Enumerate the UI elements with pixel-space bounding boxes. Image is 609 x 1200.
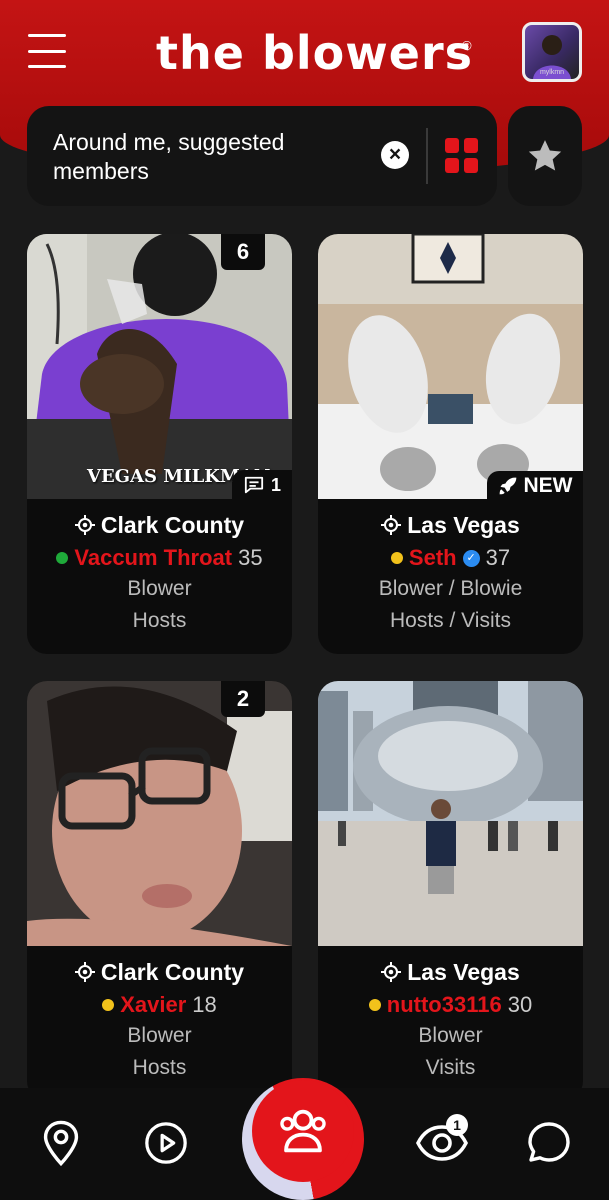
member-location-text: Clark County [100, 512, 245, 538]
member-name-row: nutto33116 30 [318, 990, 583, 1020]
grid-cell [464, 138, 478, 153]
away-status-dot [368, 999, 381, 1011]
online-status-dot [56, 552, 69, 564]
member-hosting: Hosts / Visits [390, 609, 511, 632]
chat-icon [528, 1122, 570, 1162]
member-age: 37 [485, 545, 511, 570]
nav-chat-button[interactable] [524, 1118, 574, 1168]
member-age: 18 [192, 992, 217, 1017]
hamburger-icon [28, 34, 66, 37]
app-logo: the blowers [156, 26, 474, 80]
grid-icon [445, 138, 459, 153]
member-photo[interactable] [27, 681, 292, 946]
rocket-icon [499, 477, 516, 495]
member-photo[interactable] [318, 681, 583, 946]
photo-count-badge: 2 [221, 681, 265, 717]
grid-view-button[interactable] [445, 138, 479, 174]
member-hosting: Hosts [132, 609, 187, 632]
member-age: 30 [507, 992, 533, 1017]
map-pin-icon [43, 1120, 79, 1167]
member-location-text: Clark County [100, 959, 245, 985]
logo-copyright: © [462, 38, 472, 53]
favorites-button[interactable] [508, 106, 582, 206]
away-status-dot [390, 552, 403, 564]
member-photo-image [318, 234, 583, 499]
member-photo[interactable] [318, 234, 583, 499]
search-filter-bar[interactable]: Around me, suggested members × [27, 106, 497, 206]
comment-badge[interactable]: 1 [232, 470, 292, 500]
member-name-row: Xavier 18 [27, 990, 292, 1020]
grid-cell [445, 158, 459, 173]
close-circle-icon: × [388, 143, 402, 166]
member-location: Las Vegas [318, 510, 583, 540]
people-icon [280, 1109, 326, 1153]
member-photo-image [27, 681, 292, 946]
hamburger-line [28, 65, 66, 68]
member-photo[interactable]: VEGAS MILKMAN [27, 234, 292, 499]
member-name-row: Vaccum Throat 35 [27, 543, 292, 573]
comment-count: 1 [270, 474, 281, 495]
avatar[interactable]: mylkmn [522, 22, 582, 82]
comment-icon [244, 476, 264, 494]
crosshair-icon [74, 962, 95, 982]
member-card[interactable]: Las Vegas nutto33116 30 Blower Visits [318, 681, 583, 1101]
member-role: Blower [418, 1024, 483, 1047]
crosshair-icon [74, 515, 95, 535]
play-icon [145, 1122, 187, 1164]
member-card[interactable]: NEW Las Vegas Seth ✓ 37 Blower / Blowie … [318, 234, 583, 654]
nav-videos-button[interactable] [143, 1118, 189, 1168]
member-name[interactable]: Seth [409, 543, 457, 573]
hamburger-line [28, 49, 66, 53]
avatar-name: mylkmn [539, 69, 565, 76]
member-name[interactable]: nutto33116 [387, 990, 502, 1020]
new-label: NEW [523, 474, 573, 497]
grid-cell [464, 158, 478, 173]
photo-count-badge: 6 [221, 234, 265, 270]
member-location: Clark County [27, 957, 292, 987]
member-card[interactable]: VEGAS MILKMAN 6 1 Clark County Vaccum Th… [27, 234, 292, 654]
member-name[interactable]: Vaccum Throat [74, 543, 232, 573]
member-location: Las Vegas [318, 957, 583, 987]
member-photo-image [27, 234, 292, 499]
nav-members-button[interactable] [252, 1080, 354, 1182]
member-role: Blower / Blowie [378, 577, 523, 600]
search-divider [426, 128, 428, 184]
member-photo-image [318, 681, 583, 946]
member-location-text: Las Vegas [407, 512, 520, 538]
member-age: 35 [238, 545, 263, 570]
search-filter-text: Around me, suggested members [53, 129, 285, 184]
star-icon [528, 140, 562, 171]
member-hosting: Hosts [132, 1056, 187, 1079]
nav-map-button[interactable] [38, 1118, 84, 1168]
clear-filter-button[interactable]: × [381, 141, 409, 169]
new-member-badge: NEW [487, 471, 583, 501]
member-location-text: Las Vegas [407, 959, 520, 985]
away-status-dot [102, 999, 115, 1011]
crosshair-icon [381, 962, 402, 982]
member-name-row: Seth ✓ 37 [318, 543, 583, 573]
member-role: Blower [127, 577, 192, 600]
member-card[interactable]: 2 Clark County Xavier 18 Blower Hosts [27, 681, 292, 1101]
member-role: Blower [127, 1024, 192, 1047]
verified-check-icon: ✓ [462, 549, 480, 567]
views-count-badge: 1 [446, 1114, 468, 1136]
menu-button[interactable] [28, 34, 66, 68]
member-name[interactable]: Xavier [120, 990, 186, 1020]
crosshair-icon [381, 515, 402, 535]
member-location: Clark County [27, 510, 292, 540]
member-hosting: Visits [425, 1056, 476, 1079]
